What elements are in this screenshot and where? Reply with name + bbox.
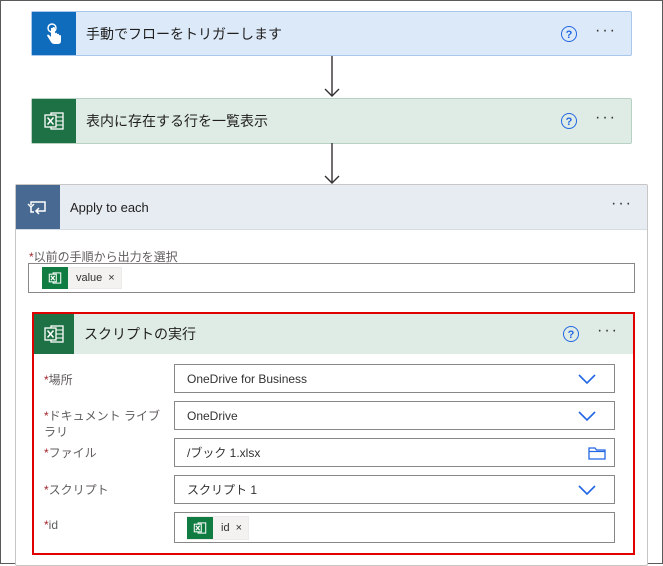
more-options-button[interactable]: ··· <box>595 110 617 129</box>
more-options-button[interactable]: ··· <box>595 22 617 42</box>
file-value: /ブック 1.xlsx <box>187 446 261 460</box>
apply-to-each-card[interactable]: Apply to each ··· *以前の手順から出力を選択 value × <box>15 184 648 566</box>
excel-icon <box>187 516 213 539</box>
more-options-button[interactable]: ··· <box>597 323 619 342</box>
library-label: *ドキュメント ライブ ラリ <box>44 409 161 439</box>
trigger-card[interactable]: 手動でフローをトリガーします ? ··· <box>31 11 632 56</box>
excel-icon <box>32 99 76 143</box>
file-label: *ファイル <box>44 446 97 460</box>
select-output-field[interactable]: value × <box>28 263 635 293</box>
help-icon[interactable]: ? <box>561 113 578 129</box>
more-options-button[interactable]: ··· <box>611 196 633 215</box>
library-value: OneDrive <box>187 408 238 423</box>
folder-icon[interactable] <box>588 446 606 460</box>
file-field[interactable]: /ブック 1.xlsx <box>174 438 615 467</box>
help-icon[interactable]: ? <box>563 326 580 342</box>
run-script-card[interactable]: スクリプトの実行 ? ··· *場所 OneDrive for Business… <box>32 312 635 555</box>
chevron-down-icon <box>578 410 596 421</box>
location-label: *場所 <box>44 373 73 387</box>
help-icon[interactable]: ? <box>561 25 578 42</box>
list-rows-title: 表内に存在する行を一覧表示 <box>86 113 268 129</box>
script-dropdown[interactable]: スクリプト 1 <box>174 475 615 504</box>
id-label: *id <box>44 518 59 532</box>
id-token: id × <box>187 515 249 540</box>
token-label: value <box>76 272 103 284</box>
excel-icon <box>34 314 74 354</box>
remove-token-button[interactable]: × <box>236 522 242 534</box>
script-label: *スクリプト <box>44 483 109 497</box>
token-label: id <box>221 521 230 534</box>
list-rows-card[interactable]: 表内に存在する行を一覧表示 ? ··· <box>31 98 632 144</box>
location-dropdown[interactable]: OneDrive for Business <box>174 364 615 393</box>
flow-arrow-icon <box>324 143 340 184</box>
excel-icon <box>42 267 68 289</box>
trigger-title: 手動でフローをトリガーします <box>86 25 282 42</box>
loop-icon <box>16 185 60 229</box>
library-dropdown[interactable]: OneDrive <box>174 401 615 430</box>
flow-arrow-icon <box>324 56 340 97</box>
chevron-down-icon <box>578 484 596 495</box>
remove-token-button[interactable]: × <box>108 272 114 284</box>
touch-icon <box>32 12 76 55</box>
id-field[interactable]: id × <box>174 512 615 543</box>
script-value: スクリプト 1 <box>187 483 258 497</box>
apply-to-each-title: Apply to each <box>70 199 149 215</box>
location-value: OneDrive for Business <box>187 371 308 386</box>
chevron-down-icon <box>578 373 596 384</box>
run-script-title: スクリプトの実行 <box>84 326 196 342</box>
value-token: value × <box>42 267 122 289</box>
